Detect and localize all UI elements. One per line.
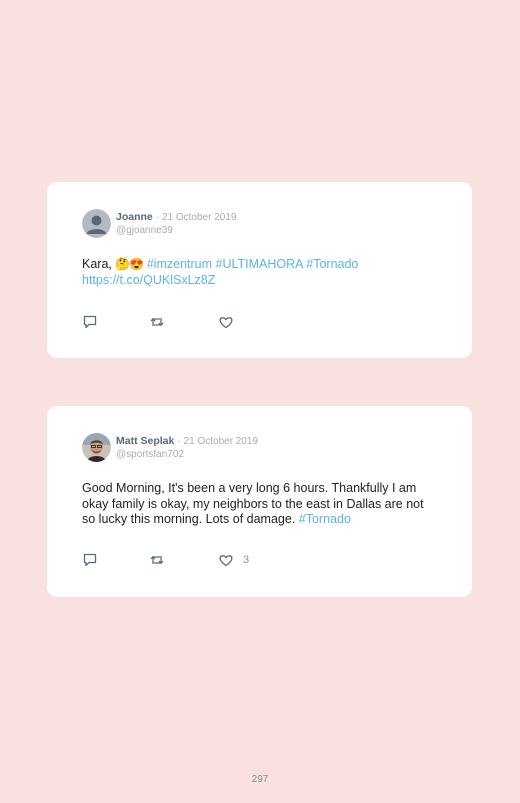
user-photo-avatar[interactable]: [82, 433, 111, 462]
tweet-link[interactable]: https://t.co/QUKlSxLz8Z: [82, 273, 215, 287]
default-avatar-icon[interactable]: [82, 209, 111, 238]
emoji: 🤔😍: [115, 257, 144, 271]
tweet-text: Kara, 🤔😍 #imzentrum #ULTIMAHORA #Tornado…: [82, 257, 432, 288]
tweet-date[interactable]: 21 October 2019: [162, 212, 237, 223]
separator: ·: [177, 436, 181, 447]
author-name[interactable]: Matt Seplak: [116, 435, 174, 447]
retweet-icon: [150, 317, 164, 327]
reply-icon: [83, 315, 97, 329]
author-handle[interactable]: @sportsfan702: [116, 448, 258, 461]
tweet-text-body: Kara,: [82, 257, 116, 271]
retweet-button[interactable]: [149, 552, 165, 568]
tweet-text: Good Morning, It's been a very long 6 ho…: [82, 481, 432, 528]
author-name[interactable]: Joanne: [116, 211, 153, 223]
retweet-button[interactable]: [149, 314, 165, 330]
hashtag[interactable]: #Tornado: [299, 512, 351, 526]
tweet-header: Matt Seplak · 21 October 2019 @sportsfan…: [116, 435, 258, 461]
tweet-date[interactable]: 21 October 2019: [184, 436, 259, 447]
heart-icon: [219, 555, 233, 567]
author-handle[interactable]: @gjoanne39: [116, 224, 236, 237]
reply-icon: [83, 553, 97, 567]
tweet-text-body: Good Morning, It's been a very long 6 ho…: [82, 481, 424, 526]
heart-icon: [219, 317, 233, 329]
page-number: 297: [251, 774, 269, 785]
hashtags[interactable]: #imzentrum #ULTIMAHORA #Tornado: [147, 257, 359, 271]
tweet-header: Joanne · 21 October 2019 @gjoanne39: [116, 211, 236, 237]
separator: ·: [155, 212, 160, 223]
reply-button[interactable]: [82, 552, 98, 568]
retweet-icon: [150, 555, 164, 565]
like-count: 3: [243, 554, 250, 566]
like-button[interactable]: [218, 314, 234, 330]
tweet-card: Matt Seplak · 21 October 2019 @sportsfan…: [47, 406, 472, 597]
reply-button[interactable]: [82, 314, 98, 330]
tweet-card: Joanne · 21 October 2019 @gjoanne39 Kara…: [47, 182, 472, 358]
like-button[interactable]: 3: [218, 552, 249, 568]
